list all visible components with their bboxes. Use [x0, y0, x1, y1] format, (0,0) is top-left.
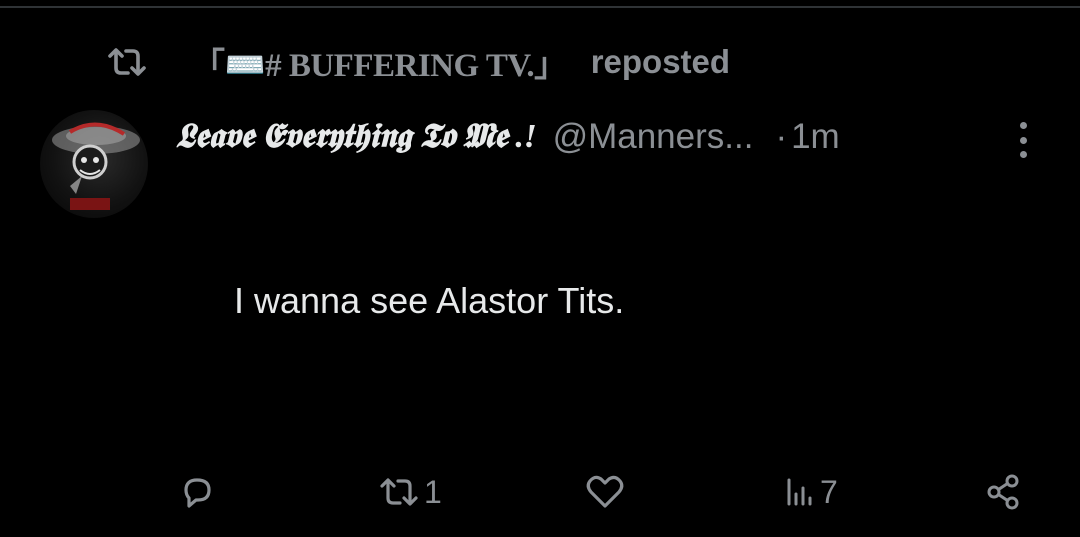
repost-button[interactable]: 1 [378, 468, 442, 516]
dot [1019, 122, 1027, 129]
dot [1019, 136, 1027, 144]
dot [1019, 151, 1027, 158]
display-name[interactable]: 𝕷𝖊𝖆𝖛𝖊 𝕰𝖛𝖊𝖗𝖞𝖙𝖍𝖎𝖓𝖌 𝕿𝖔 𝕸𝖊 .! [176, 118, 537, 156]
separator-dot: · [775, 117, 788, 156]
repost-banner[interactable]: 「⌨️# BUFFERING TV.」 reposted [106, 42, 731, 84]
post-header: 𝕷𝖊𝖆𝖛𝖊 𝕰𝖛𝖊𝖗𝖞𝖙𝖍𝖎𝖓𝖌 𝕿𝖔 𝕸𝖊 .! @Manners... · … [176, 112, 840, 162]
divider [0, 6, 1080, 8]
share-button[interactable] [984, 468, 1026, 516]
post-text: I wanna see Alastor Tits. [234, 280, 625, 321]
views-count: 7 [820, 473, 838, 510]
action-bar: 1 7 [0, 468, 1080, 516]
repost-label: reposted [590, 43, 731, 80]
heart-icon [583, 472, 627, 512]
reposter-name[interactable]: 「⌨️# BUFFERING TV.」 [192, 38, 567, 86]
more-vertical-icon[interactable] [1010, 118, 1036, 162]
views-button[interactable]: 7 [784, 468, 838, 516]
user-handle[interactable]: @Manners... [553, 117, 754, 157]
repost-icon [378, 475, 422, 509]
reply-icon [178, 473, 216, 511]
timestamp[interactable]: 1m [791, 117, 840, 157]
avatar[interactable] [40, 110, 148, 218]
post-card[interactable]: 「⌨️# BUFFERING TV.」 reposted 𝕷𝖊𝖆𝖛𝖊 𝕰𝖛𝖊𝖗𝖞… [0, 0, 1080, 537]
share-icon [984, 472, 1024, 512]
repost-count: 1 [424, 473, 442, 510]
like-button[interactable] [583, 468, 629, 516]
repost-icon [106, 46, 148, 78]
views-icon [784, 474, 818, 510]
reply-button[interactable] [178, 468, 218, 516]
